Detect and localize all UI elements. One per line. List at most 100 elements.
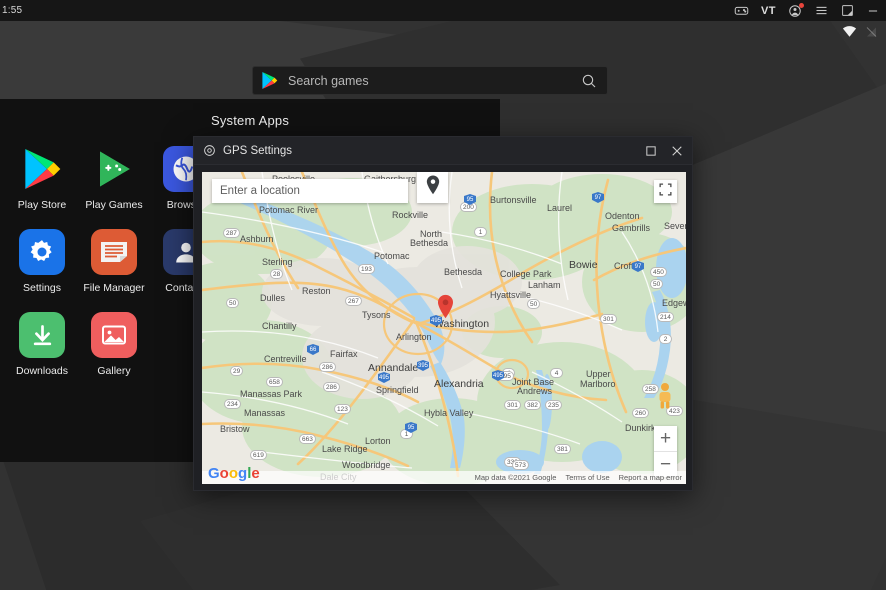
route-shield: 382 — [524, 400, 541, 410]
map-label: College Park — [500, 269, 552, 279]
map-label: Bowie — [569, 259, 598, 271]
street-view-pegman[interactable] — [654, 382, 676, 414]
route-shield: 287 — [223, 228, 240, 238]
settings-icon — [19, 229, 65, 275]
map-attribution-bar: Map data ©2021 Google Terms of Use Repor… — [202, 471, 686, 484]
map-label: Lorton — [365, 436, 391, 446]
map-label: Potomac River — [259, 205, 319, 215]
route-shield: 260 — [632, 408, 649, 418]
map-data-attribution: Map data ©2021 Google — [474, 473, 557, 482]
map-label: Andrews — [517, 386, 553, 396]
map-label: Lanham — [528, 280, 561, 290]
terms-of-use-link[interactable]: Terms of Use — [565, 473, 609, 482]
route-shield: 235 — [545, 400, 562, 410]
android-status-bar — [842, 26, 878, 38]
route-shield: 286 — [319, 362, 336, 372]
route-shield: 50 — [527, 299, 541, 309]
map-label: Rockville — [392, 210, 429, 220]
map-marker-icon — [425, 175, 441, 200]
map-label: Bethesda — [410, 238, 449, 248]
map-container[interactable]: PoolesvilleGaithersburgBurtonsvilleLaure… — [202, 172, 686, 484]
route-shield: 619 — [250, 450, 267, 460]
gps-dialog-titlebar: GPS Settings — [194, 137, 692, 165]
app-settings[interactable]: Settings — [6, 229, 78, 294]
map-label: Gambrills — [612, 223, 651, 233]
google-logo-letter: e — [251, 465, 260, 482]
clock-label: 1:55 — [2, 5, 23, 16]
vt-indicator[interactable]: VT — [761, 5, 776, 17]
route-shield: 658 — [266, 377, 283, 387]
emulator-titlebar: 1:55 VT — [0, 0, 886, 21]
map-label: Annandale — [368, 362, 419, 374]
app-play-games[interactable]: Play Games — [78, 146, 150, 211]
gps-settings-dialog: GPS Settings Burtonsville Laurel Odenton… — [193, 136, 693, 491]
map-label: Upper — [586, 369, 611, 379]
map-label: Manassas Park — [240, 389, 303, 399]
route-shield: 50 — [226, 298, 240, 308]
gps-dialog-title: GPS Settings — [223, 144, 293, 157]
app-label: Play Games — [85, 199, 143, 211]
app-play-store[interactable]: Play Store — [6, 146, 78, 211]
map-label: Burtonsville — [490, 195, 537, 205]
zoom-in-button[interactable]: + — [654, 426, 677, 451]
search-games-bar[interactable]: Search games — [252, 66, 608, 95]
route-shield: 381 — [554, 444, 571, 454]
route-shield: 29 — [230, 366, 244, 376]
screenshot-icon[interactable] — [841, 4, 854, 17]
google-logo: Google — [208, 466, 260, 481]
report-map-error-link[interactable]: Report a map error — [619, 473, 682, 482]
notifications-icon[interactable] — [788, 2, 804, 18]
google-logo-letter: G — [208, 465, 220, 482]
search-games-placeholder: Search games — [288, 73, 369, 88]
route-shield: 123 — [334, 404, 351, 414]
app-downloads[interactable]: Downloads — [6, 312, 78, 377]
emulator-toolbar: VT — [734, 2, 886, 18]
menu-icon[interactable] — [814, 3, 829, 18]
notification-badge — [799, 2, 804, 8]
minimize-icon[interactable] — [866, 4, 880, 18]
map-label: Bethesda — [444, 267, 483, 277]
fullscreen-icon — [659, 182, 672, 201]
search-icon[interactable] — [581, 73, 597, 89]
route-shield: 28 — [270, 269, 284, 279]
map-label: Edgewater — [662, 298, 686, 308]
map-label: Dulles — [260, 293, 286, 303]
maximize-button[interactable] — [638, 138, 664, 164]
android-screen: Search games System Apps Play Store Play… — [0, 21, 886, 590]
route-shield: 50 — [650, 279, 664, 289]
map-label: Reston — [302, 286, 331, 296]
map-label: Severn — [664, 221, 686, 231]
route-shield: 214 — [657, 312, 674, 322]
route-shield: 1 — [474, 227, 487, 237]
downloads-icon — [19, 312, 65, 358]
route-shield: 2 — [659, 334, 672, 344]
app-gallery[interactable]: Gallery — [78, 312, 150, 377]
app-file-manager[interactable]: File Manager — [78, 229, 150, 294]
map-label: Lake Ridge — [322, 444, 368, 454]
gamepad-icon[interactable] — [734, 3, 749, 18]
fullscreen-button[interactable] — [654, 180, 677, 203]
route-shield: 234 — [224, 399, 241, 409]
map-label: Tysons — [362, 310, 391, 320]
map-marker[interactable] — [437, 294, 454, 324]
close-button[interactable] — [664, 138, 690, 164]
route-shield: 301 — [504, 400, 521, 410]
location-pin-icon — [203, 144, 216, 157]
map-label: Alexandria — [434, 378, 484, 390]
map-label: Hybla Valley — [424, 408, 474, 418]
map-label: Fairfax — [330, 349, 358, 359]
drawer-title: System Apps — [210, 113, 290, 128]
set-location-button[interactable] — [417, 172, 448, 203]
wifi-icon — [842, 26, 857, 38]
google-logo-letter: g — [238, 465, 248, 482]
signal-icon — [865, 26, 878, 38]
route-shield: 4 — [550, 368, 563, 378]
map-label: Arlington — [396, 332, 432, 342]
map-label: Laurel — [547, 203, 573, 213]
location-search-input[interactable] — [212, 179, 408, 203]
map-label: Odenton — [605, 211, 640, 221]
map-label: Springfield — [376, 385, 419, 395]
map-label: Hyattsville — [490, 290, 532, 300]
zoom-controls: + − — [654, 426, 677, 477]
route-shield: 663 — [299, 434, 316, 444]
